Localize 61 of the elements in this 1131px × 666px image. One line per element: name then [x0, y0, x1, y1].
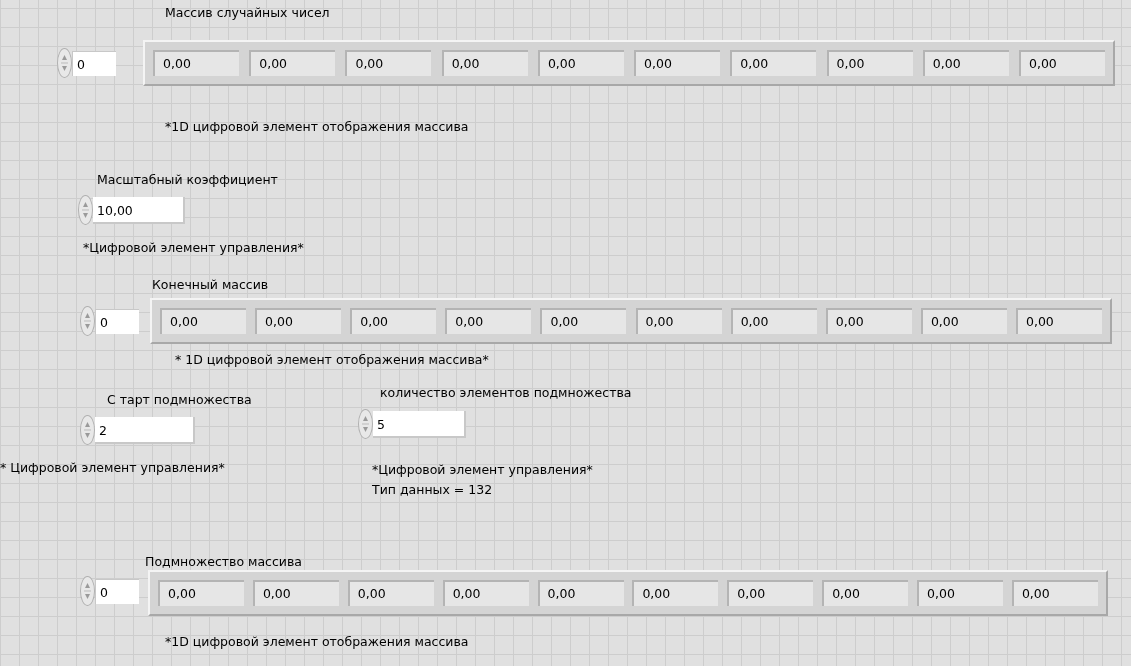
index-field[interactable]: 0: [95, 578, 139, 604]
spin-button[interactable]: [80, 576, 95, 606]
up-down-arrows-icon: [81, 199, 90, 221]
array-element: 0,00: [442, 580, 529, 606]
array-element: 0,00: [1018, 50, 1105, 76]
control-label: Масштабный коэффициент: [97, 171, 278, 189]
array-element: 0,00: [537, 580, 624, 606]
control-caption: *Цифровой элемент управления*: [372, 461, 593, 479]
array-element: 0,00: [727, 580, 814, 606]
index-field[interactable]: 0: [72, 50, 116, 76]
control-caption: *Цифровой элемент управления*: [83, 239, 304, 257]
array-element: 0,00: [537, 50, 624, 76]
control-label: количество элементов подмножества: [380, 384, 632, 402]
array-element: 0,00: [345, 50, 432, 76]
array-element: 0,00: [445, 308, 532, 334]
array-element: 0,00: [160, 308, 246, 334]
up-down-arrows-icon: [361, 413, 370, 435]
control-label: С тарт подмножества: [107, 391, 252, 409]
up-down-arrows-icon: [83, 310, 92, 332]
array-element: 0,00: [730, 50, 817, 76]
array-element: 0,00: [255, 308, 342, 334]
array-caption: * 1D цифровой элемент отображения массива*: [175, 351, 489, 369]
control-caption: * Цифровой элемент управления*: [0, 459, 225, 477]
array-element: 0,00: [158, 580, 244, 606]
array-element: 0,00: [920, 308, 1007, 334]
array-element: 0,00: [350, 308, 437, 334]
array-element: 0,00: [922, 50, 1009, 76]
array-element: 0,00: [730, 308, 817, 334]
spin-button[interactable]: [80, 415, 95, 445]
up-down-arrows-icon: [60, 52, 69, 74]
array-element: 0,00: [252, 580, 339, 606]
array-element: 0,00: [1016, 308, 1102, 334]
array-element: 0,00: [1011, 580, 1098, 606]
spin-button[interactable]: [57, 48, 72, 78]
array-element: 0,00: [249, 50, 336, 76]
up-down-arrows-icon: [83, 580, 92, 602]
array-element: 0,00: [822, 580, 909, 606]
array-element: 0,00: [347, 580, 434, 606]
array-element: 0,00: [540, 308, 627, 334]
array-label: Массив случайных чисел: [165, 4, 330, 22]
array-caption: *1D цифровой элемент отображения массива: [165, 118, 469, 136]
spin-button[interactable]: [358, 409, 373, 439]
spin-button[interactable]: [80, 306, 95, 336]
numeric-field[interactable]: 10,00: [93, 196, 185, 224]
array-label: Конечный массив: [152, 276, 269, 294]
array-element: 0,00: [826, 50, 913, 76]
numeric-field[interactable]: 5: [373, 410, 466, 438]
array-element: 0,00: [634, 50, 721, 76]
spin-button[interactable]: [78, 195, 93, 225]
array-element: 0,00: [153, 50, 239, 76]
array-element: 0,00: [632, 580, 719, 606]
array-element: 0,00: [917, 580, 1003, 606]
array-element: 0,00: [825, 308, 912, 334]
array-element: 0,00: [635, 308, 722, 334]
array-label: Подмножество массива: [145, 553, 303, 571]
array-element: 0,00: [441, 50, 528, 76]
numeric-field[interactable]: 2: [95, 416, 195, 444]
up-down-arrows-icon: [83, 419, 92, 441]
control-caption: Тип данных = 132: [372, 481, 494, 499]
index-field[interactable]: 0: [95, 308, 139, 334]
array-caption: *1D цифровой элемент отображения массива: [165, 633, 469, 651]
